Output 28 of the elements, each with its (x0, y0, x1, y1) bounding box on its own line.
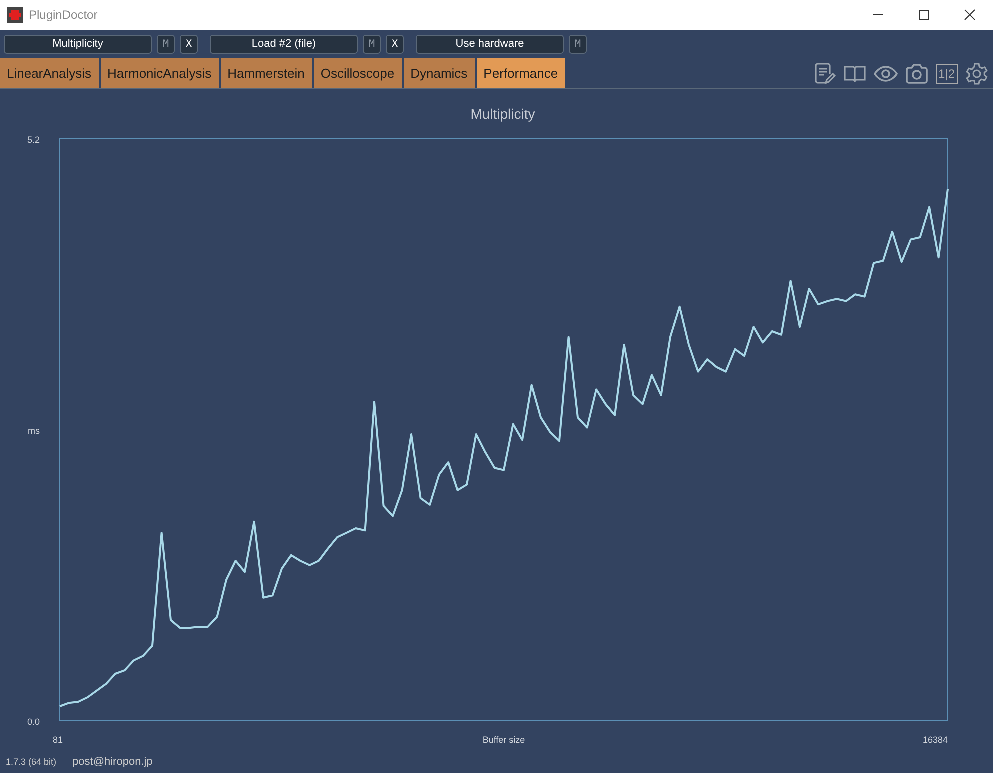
close-icon[interactable] (964, 9, 976, 21)
tab[interactable]: Performance (476, 58, 568, 88)
tab[interactable]: LinearAnalysis (0, 58, 101, 88)
source-field[interactable]: Use hardware (416, 34, 564, 54)
tab[interactable]: HarmonicAnalysis (100, 58, 221, 88)
source-field[interactable]: Load #2 (file) (210, 34, 358, 54)
minimize-icon[interactable] (872, 14, 884, 16)
window-title: PluginDoctor (29, 8, 99, 22)
x-tick-label: 81 (53, 735, 63, 745)
toggle-button[interactable]: X (386, 34, 404, 54)
y-axis-label: ms (28, 426, 40, 436)
tab[interactable]: Dynamics (404, 58, 477, 88)
x-tick-label: 16384 (922, 735, 948, 745)
toggle-button[interactable]: X (180, 34, 198, 54)
maximize-icon[interactable] (918, 9, 930, 21)
tab[interactable]: Oscilloscope (314, 58, 404, 88)
x-axis-label: Buffer size (482, 735, 526, 745)
y-tick-label: 0.0 (27, 717, 40, 727)
y-tick-label: 5.2 (27, 135, 40, 145)
camera-icon[interactable] (904, 62, 929, 86)
settings-icon[interactable] (965, 62, 989, 86)
chart-title: Multiplicity (470, 106, 536, 122)
tab[interactable]: Hammerstein (220, 58, 314, 88)
source-field[interactable]: Multiplicity (4, 34, 152, 54)
split-view-toggle[interactable]: 1|2 (936, 64, 958, 84)
email-link[interactable]: post@hiropon.jp (72, 756, 153, 768)
app-icon (7, 7, 23, 23)
version-label: 1.7.3 (64 bit) (6, 757, 57, 767)
